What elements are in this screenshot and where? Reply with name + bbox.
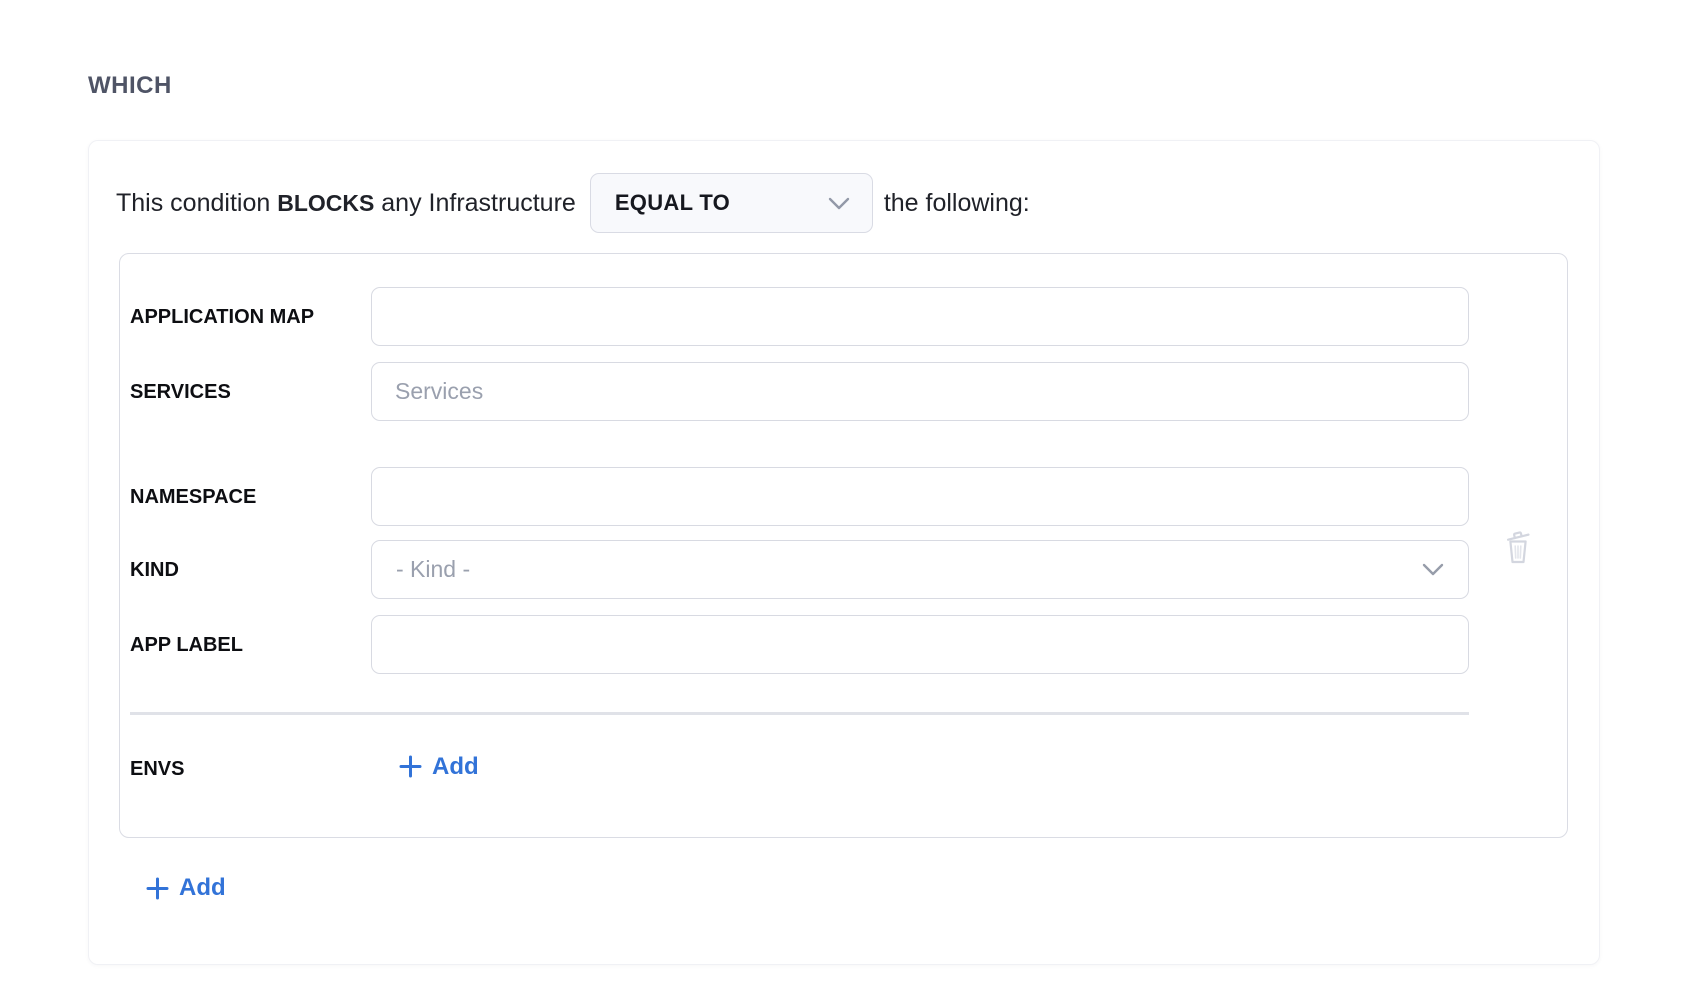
field-label-services: SERVICES: [130, 378, 371, 406]
app-label-input[interactable]: [371, 615, 1469, 674]
field-label-application-map: APPLICATION MAP: [130, 303, 371, 331]
field-label-kind: KIND: [130, 556, 371, 584]
namespace-input[interactable]: [371, 467, 1469, 526]
fieldset-actions: [1469, 254, 1567, 837]
add-infrastructure-button[interactable]: Add: [146, 876, 226, 900]
condition-card: This condition BLOCKS any Infrastructure…: [88, 140, 1600, 965]
form-row-services: SERVICES: [130, 362, 1469, 421]
form-row-app-label: APP LABEL: [130, 615, 1469, 674]
condition-text-after: any Infrastructure: [374, 189, 575, 218]
add-env-label: Add: [432, 755, 479, 779]
fieldset-fields: APPLICATION MAP SERVICES NAMESPACE KIND - Ki…: [130, 287, 1469, 837]
field-label-app-label: APP LABEL: [130, 631, 371, 659]
infrastructure-fieldset: APPLICATION MAP SERVICES NAMESPACE KIND - Ki…: [119, 253, 1568, 838]
form-row-namespace: NAMESPACE: [130, 467, 1469, 526]
operator-select[interactable]: EQUAL TO: [590, 173, 873, 233]
application-map-input[interactable]: [371, 287, 1469, 346]
trash-icon[interactable]: [1503, 527, 1533, 565]
add-env-button[interactable]: Add: [399, 755, 479, 779]
plus-icon: [399, 755, 422, 778]
form-row-application-map: APPLICATION MAP: [130, 287, 1469, 346]
plus-icon: [146, 877, 169, 900]
page-title: WHICH: [88, 72, 172, 100]
fieldset-divider: [130, 712, 1469, 715]
condition-sentence: This condition BLOCKS any Infrastructure…: [116, 173, 1572, 233]
add-infrastructure-label: Add: [179, 876, 226, 900]
page: WHICH This condition BLOCKS any Infrastr…: [0, 0, 1682, 991]
form-row-kind: KIND - Kind -: [130, 540, 1469, 599]
condition-effect: BLOCKS: [277, 190, 374, 217]
chevron-down-icon: [828, 197, 850, 210]
condition-text-before: This condition: [116, 189, 277, 218]
chevron-down-icon: [1422, 563, 1444, 576]
condition-text-following: the following:: [884, 189, 1030, 218]
kind-select-placeholder: - Kind -: [396, 556, 470, 583]
field-label-namespace: NAMESPACE: [130, 483, 371, 511]
services-input[interactable]: [371, 362, 1469, 421]
form-row-envs: ENVS Add: [130, 749, 1469, 789]
field-label-envs: ENVS: [130, 755, 371, 783]
kind-select[interactable]: - Kind -: [371, 540, 1469, 599]
operator-select-value: EQUAL TO: [615, 190, 730, 216]
